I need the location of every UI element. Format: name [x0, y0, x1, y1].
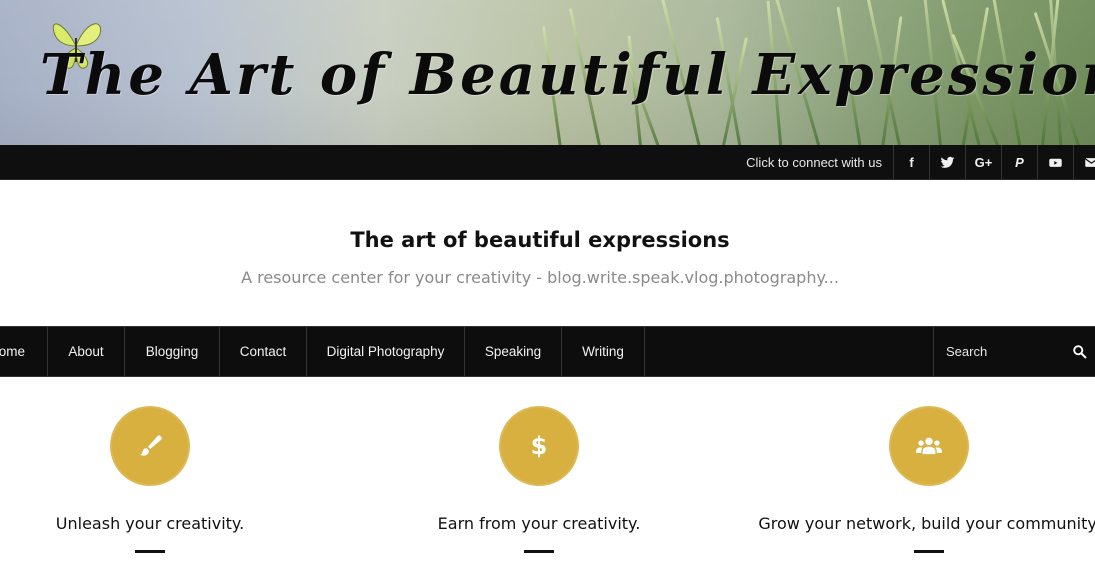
- social-topbar: Click to connect with us f G+ P: [0, 145, 1095, 180]
- users-icon[interactable]: [889, 406, 969, 486]
- feature-earn: $ Earn from your creativity.: [359, 406, 719, 566]
- feature-divider: [524, 550, 554, 553]
- nav-item-home[interactable]: Home: [0, 327, 48, 376]
- feature-divider: [135, 550, 165, 553]
- paintbrush-icon[interactable]: [110, 406, 190, 486]
- nav-search: [933, 327, 1095, 376]
- facebook-icon[interactable]: f: [893, 145, 929, 180]
- paypal-icon[interactable]: P: [1001, 145, 1037, 180]
- feature-title: Grow your network, build your community.: [758, 514, 1095, 533]
- header-banner[interactable]: The Art of Beautiful Expressions: [0, 0, 1095, 145]
- feature-title: Unleash your creativity.: [55, 514, 245, 533]
- feature-title: Earn from your creativity.: [437, 514, 641, 533]
- feature-network: Grow your network, build your community.: [749, 406, 1095, 566]
- search-icon[interactable]: [1072, 344, 1087, 359]
- connect-text: Click to connect with us: [746, 155, 882, 170]
- banner-logo-text: The Art of Beautiful Expressions: [40, 42, 1095, 108]
- nav-item-contact[interactable]: Contact: [220, 327, 307, 376]
- feature-unleash: Unleash your creativity.: [0, 406, 330, 566]
- google-plus-glyph: G+: [974, 155, 993, 170]
- nav-item-about[interactable]: About: [48, 327, 125, 376]
- nav-item-writing[interactable]: Writing: [562, 327, 645, 376]
- social-links: f G+ P: [893, 145, 1095, 180]
- google-plus-icon[interactable]: G+: [965, 145, 1001, 180]
- dollar-icon[interactable]: $: [499, 406, 579, 486]
- site-title[interactable]: The art of beautiful expressions: [0, 228, 1080, 252]
- nav-item-speaking[interactable]: Speaking: [465, 327, 562, 376]
- email-icon[interactable]: [1073, 145, 1095, 180]
- feature-divider: [914, 550, 944, 553]
- nav-item-blogging[interactable]: Blogging: [125, 327, 220, 376]
- facebook-glyph: f: [909, 155, 914, 170]
- twitter-icon[interactable]: [929, 145, 965, 180]
- main-nav: Home About Blogging Contact Digital Phot…: [0, 326, 1095, 377]
- youtube-icon[interactable]: [1037, 145, 1073, 180]
- site-tagline: A resource center for your creativity - …: [241, 268, 839, 287]
- nav-item-digital-photography[interactable]: Digital Photography: [307, 327, 465, 376]
- search-input[interactable]: [946, 339, 1066, 364]
- paypal-glyph: P: [1015, 155, 1024, 170]
